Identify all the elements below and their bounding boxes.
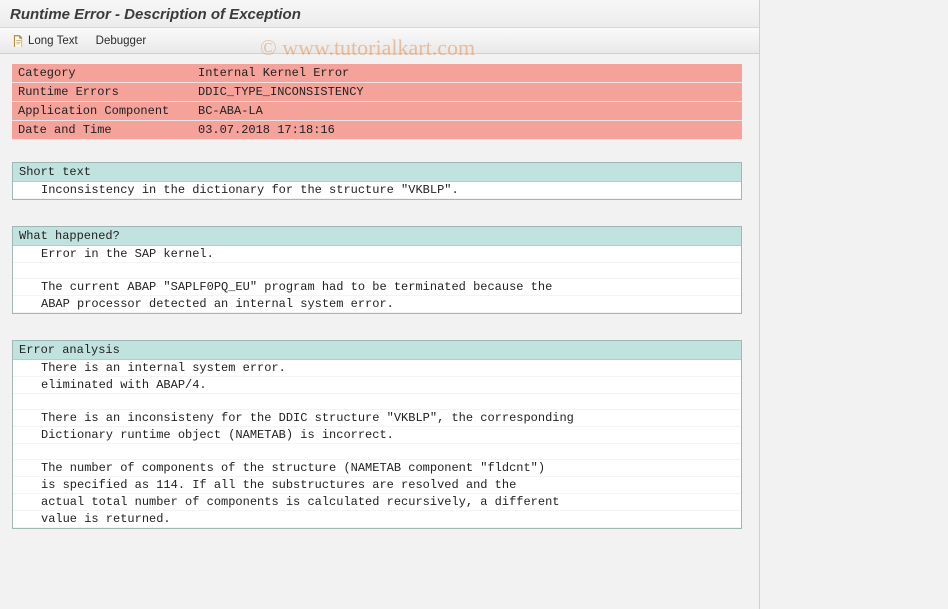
section-body: Error in the SAP kernel. The current ABA… [13, 246, 741, 313]
section-header: Short text [13, 163, 741, 182]
section-header: What happened? [13, 227, 741, 246]
long-text-button[interactable]: Long Text [10, 33, 78, 48]
summary-label: Runtime Errors [12, 83, 192, 102]
table-row: Category Internal Kernel Error [12, 64, 742, 83]
summary-value: 03.07.2018 17:18:16 [192, 121, 742, 140]
text-line: eliminated with ABAP/4. [13, 377, 741, 394]
section-header: Error analysis [13, 341, 741, 360]
text-line [13, 444, 741, 460]
long-text-label: Long Text [28, 35, 78, 47]
page-title: Runtime Error - Description of Exception [10, 6, 749, 23]
document-icon [10, 33, 25, 48]
summary-label: Date and Time [12, 121, 192, 140]
table-row: Application Component BC-ABA-LA [12, 102, 742, 121]
text-line: actual total number of components is cal… [13, 494, 741, 511]
summary-value: Internal Kernel Error [192, 64, 742, 83]
text-line: value is returned. [13, 511, 741, 528]
toolbar: Long Text Debugger [0, 28, 759, 54]
text-line: is specified as 114. If all the substruc… [13, 477, 741, 494]
summary-label: Category [12, 64, 192, 83]
text-line: The current ABAP "SAPLF0PQ_EU" program h… [13, 279, 741, 296]
summary-label: Application Component [12, 102, 192, 121]
content-area: Category Internal Kernel Error Runtime E… [0, 54, 759, 541]
table-row: Runtime Errors DDIC_TYPE_INCONSISTENCY [12, 83, 742, 102]
text-line: ABAP processor detected an internal syst… [13, 296, 741, 313]
text-line: Error in the SAP kernel. [13, 246, 741, 263]
what-happened-section: What happened? Error in the SAP kernel. … [12, 226, 742, 314]
summary-value: DDIC_TYPE_INCONSISTENCY [192, 83, 742, 102]
section-body: There is an internal system error. elimi… [13, 360, 741, 528]
title-bar: Runtime Error - Description of Exception [0, 0, 759, 28]
debugger-button[interactable]: Debugger [96, 35, 147, 47]
summary-value: BC-ABA-LA [192, 102, 742, 121]
text-line: The number of components of the structur… [13, 460, 741, 477]
text-line: Dictionary runtime object (NAMETAB) is i… [13, 427, 741, 444]
text-line: There is an inconsisteny for the DDIC st… [13, 410, 741, 427]
section-body: Inconsistency in the dictionary for the … [13, 182, 741, 199]
summary-table: Category Internal Kernel Error Runtime E… [12, 64, 742, 140]
error-analysis-section: Error analysis There is an internal syst… [12, 340, 742, 529]
text-line: Inconsistency in the dictionary for the … [13, 182, 741, 199]
text-line: There is an internal system error. [13, 360, 741, 377]
text-line [13, 263, 741, 279]
short-text-section: Short text Inconsistency in the dictiona… [12, 162, 742, 200]
main-container: Runtime Error - Description of Exception… [0, 0, 760, 609]
table-row: Date and Time 03.07.2018 17:18:16 [12, 121, 742, 140]
text-line [13, 394, 741, 410]
debugger-label: Debugger [96, 35, 147, 47]
